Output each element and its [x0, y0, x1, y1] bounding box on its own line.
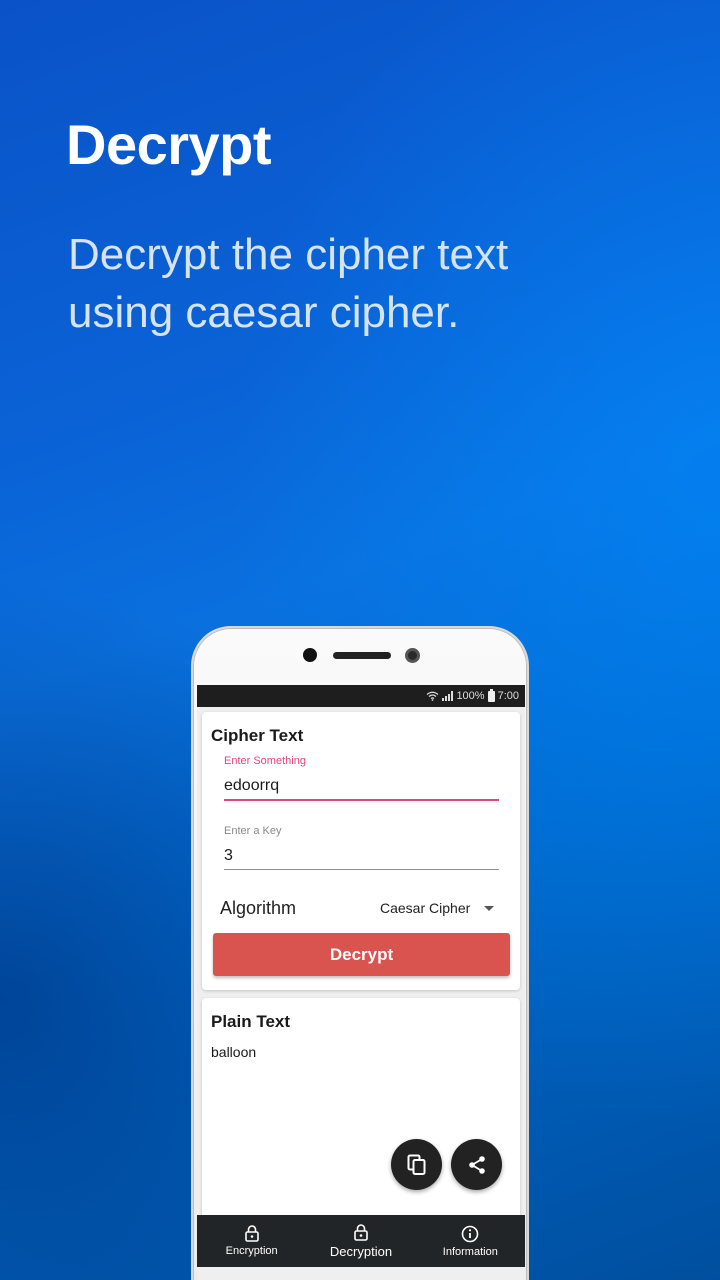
copy-icon	[407, 1154, 425, 1175]
cipher-text-card: Cipher Text Enter Something edoorrq Ente…	[202, 712, 520, 990]
cipher-input-underline	[224, 799, 499, 801]
copy-button[interactable]	[391, 1139, 442, 1190]
phone-chin	[197, 1267, 525, 1280]
plain-text-output: balloon	[211, 1044, 257, 1060]
dropdown-caret-icon	[484, 905, 495, 911]
promo-subline: Decrypt the cipher text using caesar cip…	[68, 226, 668, 342]
nav-label-decryption: Decryption	[329, 1243, 393, 1259]
sensor-icon	[303, 648, 317, 662]
lock-icon	[354, 1223, 368, 1241]
cipher-text-input[interactable]: edoorrq	[224, 777, 279, 795]
promo-subline-line-1: Decrypt the cipher text	[68, 230, 509, 279]
algorithm-selected-value: Caesar Cipher	[380, 900, 471, 916]
promo-subline-line-2: using caesar cipher.	[68, 288, 460, 337]
nav-label-information: Information	[442, 1245, 498, 1258]
decrypt-button[interactable]: Decrypt	[213, 933, 510, 976]
cipher-card-title: Cipher Text	[211, 726, 304, 745]
algorithm-dropdown[interactable]: Caesar Cipher	[380, 900, 495, 916]
plain-card-title: Plain Text	[211, 1012, 291, 1031]
key-input-underline	[224, 869, 499, 870]
share-button[interactable]	[451, 1139, 502, 1190]
status-icons: 100% 7:00	[426, 688, 519, 702]
front-camera-icon	[405, 648, 420, 663]
battery-icon	[487, 688, 495, 702]
key-input-label: Enter a Key	[224, 825, 282, 837]
phone-frame: 100% 7:00 Cipher Text Enter Something ed…	[191, 626, 529, 1280]
plain-text-card: Plain Text balloon	[202, 998, 520, 1238]
bottom-navigation: Encryption Decryption Information	[197, 1215, 525, 1267]
lock-icon	[244, 1225, 259, 1242]
nav-label-encryption: Encryption	[225, 1245, 278, 1257]
key-input[interactable]: 3	[224, 847, 233, 865]
status-bar: 100% 7:00	[197, 685, 525, 707]
phone-screen: 100% 7:00 Cipher Text Enter Something ed…	[197, 685, 525, 1280]
nav-item-decryption[interactable]: Decryption	[306, 1215, 415, 1267]
nav-item-encryption[interactable]: Encryption	[197, 1215, 306, 1267]
cipher-input-label: Enter Something	[224, 755, 306, 767]
share-icon	[468, 1155, 485, 1174]
signal-icon	[442, 691, 454, 701]
algorithm-label: Algorithm	[220, 898, 297, 918]
promo-headline: Decrypt	[66, 113, 272, 176]
wifi-icon	[427, 691, 439, 701]
battery-percent: 100%	[456, 690, 485, 702]
info-icon	[462, 1225, 479, 1242]
speaker-grille	[333, 652, 391, 659]
nav-item-information[interactable]: Information	[416, 1215, 525, 1267]
status-time: 7:00	[497, 690, 519, 702]
